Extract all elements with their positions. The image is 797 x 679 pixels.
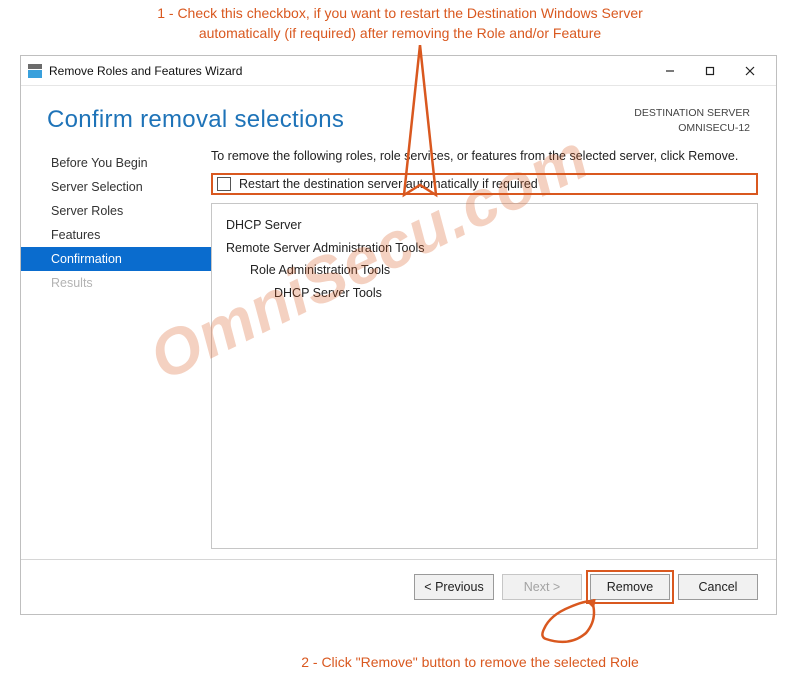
restart-checkbox-row[interactable]: Restart the destination server automatic…	[211, 173, 758, 195]
wizard-window: Remove Roles and Features Wizard Confirm…	[20, 55, 777, 615]
annotation-2: 2 - Click "Remove" button to remove the …	[260, 653, 680, 673]
header-area: Confirm removal selections DESTINATION S…	[21, 86, 776, 145]
sidebar-item-server-roles[interactable]: Server Roles	[21, 199, 211, 223]
main-panel: To remove the following roles, role serv…	[211, 145, 758, 549]
sidebar-item-confirmation[interactable]: Confirmation	[21, 247, 211, 271]
wizard-footer: < Previous Next > Remove Cancel	[21, 559, 776, 614]
removal-list-panel: DHCP Server Remote Server Administration…	[211, 203, 758, 549]
minimize-button[interactable]	[650, 59, 690, 83]
server-manager-icon	[27, 63, 43, 79]
sidebar-item-features[interactable]: Features	[21, 223, 211, 247]
next-button: Next >	[502, 574, 582, 600]
removal-item: DHCP Server	[226, 214, 743, 237]
titlebar: Remove Roles and Features Wizard	[21, 56, 776, 86]
cancel-button[interactable]: Cancel	[678, 574, 758, 600]
remove-button[interactable]: Remove	[590, 574, 670, 600]
close-button[interactable]	[730, 59, 770, 83]
instruction-text: To remove the following roles, role serv…	[211, 145, 758, 173]
window-title: Remove Roles and Features Wizard	[49, 64, 242, 78]
body-area: Before You Begin Server Selection Server…	[21, 145, 776, 559]
previous-button[interactable]: < Previous	[414, 574, 494, 600]
annotation-1: 1 - Check this checkbox, if you want to …	[120, 4, 680, 43]
destination-info: DESTINATION SERVER OMNISECU-12	[634, 106, 750, 135]
maximize-button[interactable]	[690, 59, 730, 83]
sidebar-item-server-selection[interactable]: Server Selection	[21, 175, 211, 199]
sidebar-item-before-you-begin[interactable]: Before You Begin	[21, 151, 211, 175]
removal-item: Remote Server Administration Tools	[226, 237, 743, 260]
restart-checkbox[interactable]	[217, 177, 231, 191]
destination-label: DESTINATION SERVER	[634, 106, 750, 121]
sidebar-item-results: Results	[21, 271, 211, 295]
removal-item: DHCP Server Tools	[226, 282, 743, 305]
restart-checkbox-label: Restart the destination server automatic…	[239, 177, 538, 191]
destination-server: OMNISECU-12	[634, 121, 750, 136]
page-title: Confirm removal selections	[47, 106, 344, 134]
removal-item: Role Administration Tools	[226, 259, 743, 282]
wizard-sidebar: Before You Begin Server Selection Server…	[21, 145, 211, 549]
